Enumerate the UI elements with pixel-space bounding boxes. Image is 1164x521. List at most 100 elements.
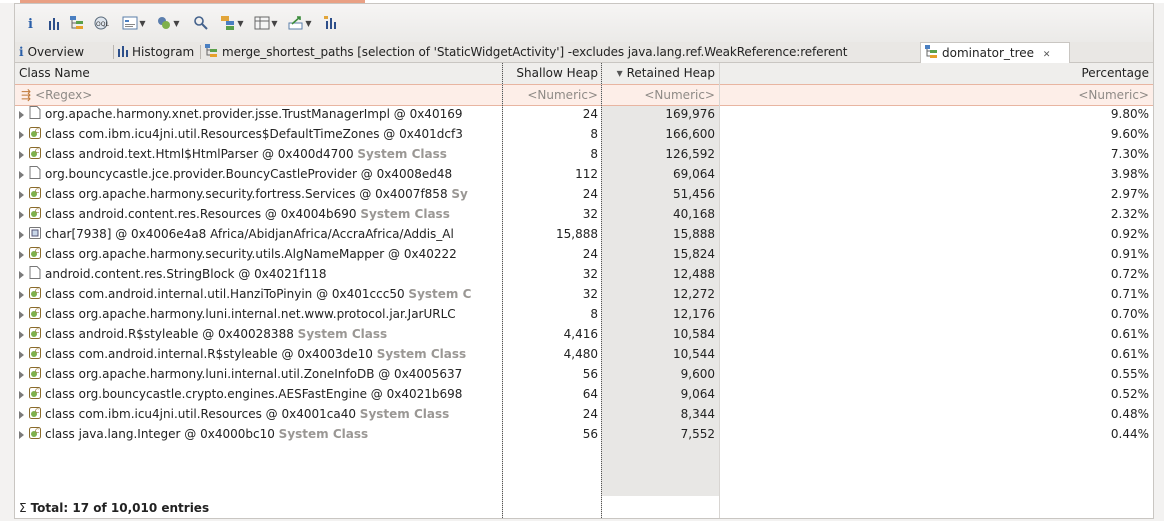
class-name-cell: Cclass org.apache.harmony.luni.internal.… — [15, 304, 502, 324]
calculate-retained-icon[interactable]: ▼ — [251, 12, 281, 34]
table-row[interactable]: Cclass android.text.Html$HtmlParser @ 0x… — [15, 144, 1153, 164]
svg-text:OQL: OQL — [96, 21, 109, 28]
table-row[interactable]: Cclass org.apache.harmony.security.fortr… — [15, 184, 1153, 204]
tab-dominator-label: dominator_tree — [942, 46, 1035, 60]
class-icon: C — [29, 125, 41, 145]
table-row[interactable]: android.content.res.StringBlock @ 0x4021… — [15, 264, 1153, 284]
filter-row: ⇶ <Regex> <Numeric> <Numeric> <Numeric> — [15, 84, 1153, 106]
class-name-cell: Cclass java.lang.Integer @ 0x4000bc10 Sy… — [15, 424, 502, 444]
class-icon: C — [29, 385, 41, 405]
overview-icon[interactable] — [321, 12, 341, 34]
retained-heap-cell: 12,272 — [673, 287, 715, 301]
grouping-icon[interactable]: ▼ — [217, 12, 247, 34]
retained-heap-cell: 15,888 — [673, 227, 715, 241]
tree-icon — [205, 43, 218, 63]
histogram-icon — [118, 43, 128, 63]
shallow-heap-cell: 4,416 — [563, 327, 598, 341]
filter-icon: ⇶ — [21, 88, 32, 102]
percentage-cell: 0.52% — [1110, 387, 1149, 401]
expand-arrow-icon[interactable] — [19, 290, 24, 299]
class-name-cell: Cclass com.android.internal.R$styleable … — [15, 344, 502, 364]
info-icon[interactable]: i — [22, 12, 40, 34]
table-row[interactable]: Cclass com.ibm.icu4jni.util.Resources @ … — [15, 404, 1153, 424]
table-row[interactable]: org.apache.harmony.xnet.provider.jsse.Tr… — [15, 104, 1153, 124]
shallow-heap-cell: 4,480 — [563, 347, 598, 361]
shallow-heap-cell: 56 — [582, 367, 598, 381]
retained-heap-cell: 69,064 — [673, 167, 715, 181]
object-name: class com.android.internal.R$styleable @… — [45, 347, 373, 361]
table-row[interactable]: char[7938] @ 0x4006e4a8 Africa/AbidjanAf… — [15, 224, 1153, 244]
shallow-heap-cell: 8 — [590, 147, 598, 161]
class-name-cell: Cclass android.text.Html$HtmlParser @ 0x… — [15, 144, 502, 164]
array-icon — [29, 225, 41, 245]
table-row[interactable]: Cclass com.android.internal.util.HanziTo… — [15, 284, 1153, 304]
expand-arrow-icon[interactable] — [19, 330, 24, 339]
table-row[interactable]: org.bouncycastle.jce.provider.BouncyCast… — [15, 164, 1153, 184]
column-percentage[interactable]: Percentage — [719, 63, 1153, 84]
table-row[interactable]: Cclass android.R$styleable @ 0x40028388 … — [15, 324, 1153, 344]
class-icon: C — [29, 185, 41, 205]
expand-arrow-icon[interactable] — [19, 130, 24, 139]
top-consumers-icon[interactable]: OQL — [91, 12, 111, 34]
expand-arrow-icon[interactable] — [19, 370, 24, 379]
table-row[interactable]: Cclass com.ibm.icu4jni.util.Resources$De… — [15, 124, 1153, 144]
percentage-cell: 2.32% — [1110, 207, 1149, 221]
system-class-label: System Class — [360, 207, 450, 221]
expand-arrow-icon[interactable] — [19, 170, 24, 179]
object-name: class com.android.internal.util.HanziToP… — [45, 287, 405, 301]
tab-histogram[interactable]: Histogram — [114, 42, 198, 62]
class-name-cell: org.bouncycastle.jce.provider.BouncyCast… — [15, 164, 502, 184]
group-icon[interactable]: ▼ — [153, 12, 183, 34]
dominator-tree-icon[interactable] — [67, 12, 87, 34]
tab-overview[interactable]: i Overview — [15, 42, 88, 62]
table-row[interactable]: Cclass org.apache.harmony.security.utils… — [15, 244, 1153, 264]
table-row[interactable]: Cclass org.apache.harmony.luni.internal.… — [15, 304, 1153, 324]
column-class-name[interactable]: Class Name — [15, 63, 502, 84]
search-icon[interactable] — [191, 12, 211, 34]
expand-arrow-icon[interactable] — [19, 390, 24, 399]
tab-merge-shortest-paths[interactable]: merge_shortest_paths [selection of 'Stat… — [201, 42, 921, 62]
expand-arrow-icon[interactable] — [19, 210, 24, 219]
sum-icon: Σ — [19, 501, 27, 515]
shallow-heap-filter[interactable]: <Numeric> — [502, 85, 602, 105]
table-row[interactable]: Cclass com.android.internal.R$styleable … — [15, 344, 1153, 364]
expand-arrow-icon[interactable] — [19, 350, 24, 359]
tree-icon — [925, 44, 938, 64]
expand-arrow-icon[interactable] — [19, 250, 24, 259]
shallow-heap-cell: 24 — [582, 107, 598, 121]
class-name-filter[interactable]: ⇶ <Regex> — [15, 85, 502, 105]
expand-arrow-icon[interactable] — [19, 230, 24, 239]
percentage-cell: 3.98% — [1110, 167, 1149, 181]
svg-text:C: C — [35, 128, 39, 135]
expand-arrow-icon[interactable] — [19, 190, 24, 199]
percentage-filter[interactable]: <Numeric> — [719, 85, 1153, 105]
export-icon[interactable]: ▼ — [285, 12, 315, 34]
table-row[interactable]: Cclass java.lang.Integer @ 0x4000bc10 Sy… — [15, 424, 1153, 444]
system-class-label: Sy — [451, 187, 468, 201]
expand-arrow-icon[interactable] — [19, 310, 24, 319]
percentage-cell: 0.44% — [1110, 427, 1149, 441]
tab-histogram-label: Histogram — [132, 45, 195, 59]
table-row[interactable]: Cclass android.content.res.Resources @ 0… — [15, 204, 1153, 224]
expand-arrow-icon[interactable] — [19, 110, 24, 119]
retained-heap-cell: 40,168 — [673, 207, 715, 221]
expand-arrow-icon[interactable] — [19, 410, 24, 419]
svg-text:C: C — [35, 428, 39, 435]
expand-arrow-icon[interactable] — [19, 430, 24, 439]
column-shallow-heap[interactable]: Shallow Heap — [502, 63, 602, 84]
expand-arrow-icon[interactable] — [19, 270, 24, 279]
histogram-icon[interactable] — [44, 12, 64, 34]
class-icon: C — [29, 285, 41, 305]
table-row[interactable]: Cclass org.apache.harmony.luni.internal.… — [15, 364, 1153, 384]
tab-dominator-tree[interactable]: dominator_tree ✕ — [920, 42, 1070, 63]
system-class-label: System Class — [357, 147, 447, 161]
svg-text:C: C — [35, 348, 39, 355]
system-class-label: System Class — [297, 327, 388, 341]
retained-heap-filter[interactable]: <Numeric> — [602, 85, 719, 105]
close-icon[interactable]: ✕ — [1043, 50, 1051, 60]
expand-arrow-icon[interactable] — [19, 150, 24, 159]
query-browser-icon[interactable]: ▼ — [119, 12, 149, 34]
retained-heap-cell: 51,456 — [673, 187, 715, 201]
column-retained-heap[interactable]: ▾ Retained Heap — [602, 63, 719, 84]
table-row[interactable]: Cclass org.bouncycastle.crypto.engines.A… — [15, 384, 1153, 404]
